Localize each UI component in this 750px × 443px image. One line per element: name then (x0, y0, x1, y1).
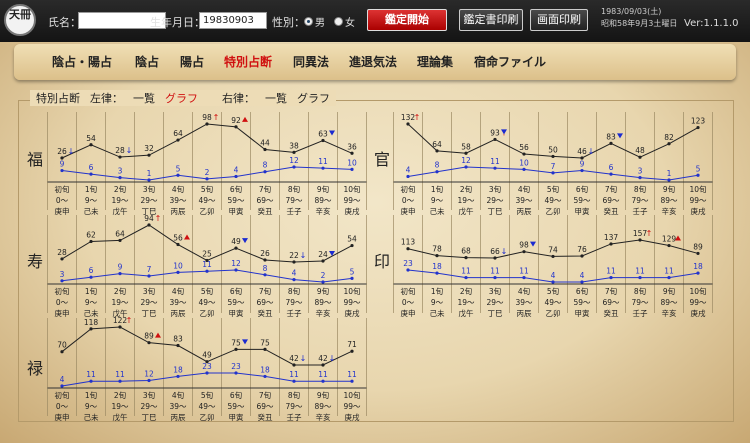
menu-item-shintai[interactable]: 進退気法 (349, 53, 397, 70)
sex-male-radio[interactable]: 男 (304, 14, 325, 29)
birthdate-input[interactable] (199, 12, 267, 29)
chart-label-fuku: 福 (27, 150, 44, 169)
sex-male-label: 男 (315, 18, 325, 29)
chart-label-roku: 禄 (27, 359, 44, 378)
start-reading-button[interactable]: 鑑定開始 (367, 9, 447, 31)
menu-item-yosen[interactable]: 陽占 (180, 53, 204, 70)
version-label: Ver:1.1.1.0 (684, 18, 739, 29)
left-list-option[interactable]: 一覧 (133, 90, 155, 106)
print-report-button[interactable]: 鑑定書印刷 (459, 9, 523, 31)
menu-item-doiho[interactable]: 同異法 (293, 53, 329, 70)
menu-item-special[interactable]: 特別占断 (224, 53, 272, 70)
date-line-japanese: 昭和58年9月3土曜日 (601, 19, 678, 28)
date-line-gregorian: 1983/09/03(土) (601, 7, 662, 16)
panel-title: 特別占断 (36, 92, 80, 105)
chart-label-ju: 寿 (27, 252, 44, 271)
panel-header: 特別占断 左律： 一覧 グラフ 右律： 一覧 グラフ (30, 90, 336, 106)
app-logo: 天冊 (4, 4, 36, 36)
sex-label: 性別： (272, 16, 305, 29)
name-label: 氏名： (48, 16, 81, 29)
menu-item-shukumei[interactable]: 宿命ファイル (474, 53, 546, 70)
left-ritsu-label: 左律： (90, 92, 123, 105)
right-graph-option[interactable]: グラフ (297, 90, 330, 106)
chart-label-kan: 官 (374, 150, 391, 169)
top-bar: 天冊 氏名： 生年月日： 性別： 男 女 鑑定開始 鑑定書印刷 画面印刷 198… (0, 0, 750, 42)
birthdate-label: 生年月日： (150, 16, 205, 29)
chart-label-in: 印 (374, 252, 391, 271)
radio-selected-icon (304, 17, 313, 26)
menu-item-riron[interactable]: 理論集 (417, 53, 453, 70)
sex-female-radio[interactable]: 女 (334, 14, 355, 29)
print-screen-button[interactable]: 画面印刷 (530, 9, 588, 31)
left-graph-option[interactable]: グラフ (165, 90, 198, 106)
menu-item-insen[interactable]: 陰占 (135, 53, 159, 70)
right-ritsu-label: 右律： (222, 92, 255, 105)
menu-item-inyo[interactable]: 陰占・陽占 (52, 53, 112, 70)
sex-female-label: 女 (345, 18, 355, 29)
date-display: 1983/09/03(土) 昭和58年9月3土曜日 (601, 6, 677, 30)
radio-unselected-icon (334, 17, 343, 26)
right-list-option[interactable]: 一覧 (265, 90, 287, 106)
